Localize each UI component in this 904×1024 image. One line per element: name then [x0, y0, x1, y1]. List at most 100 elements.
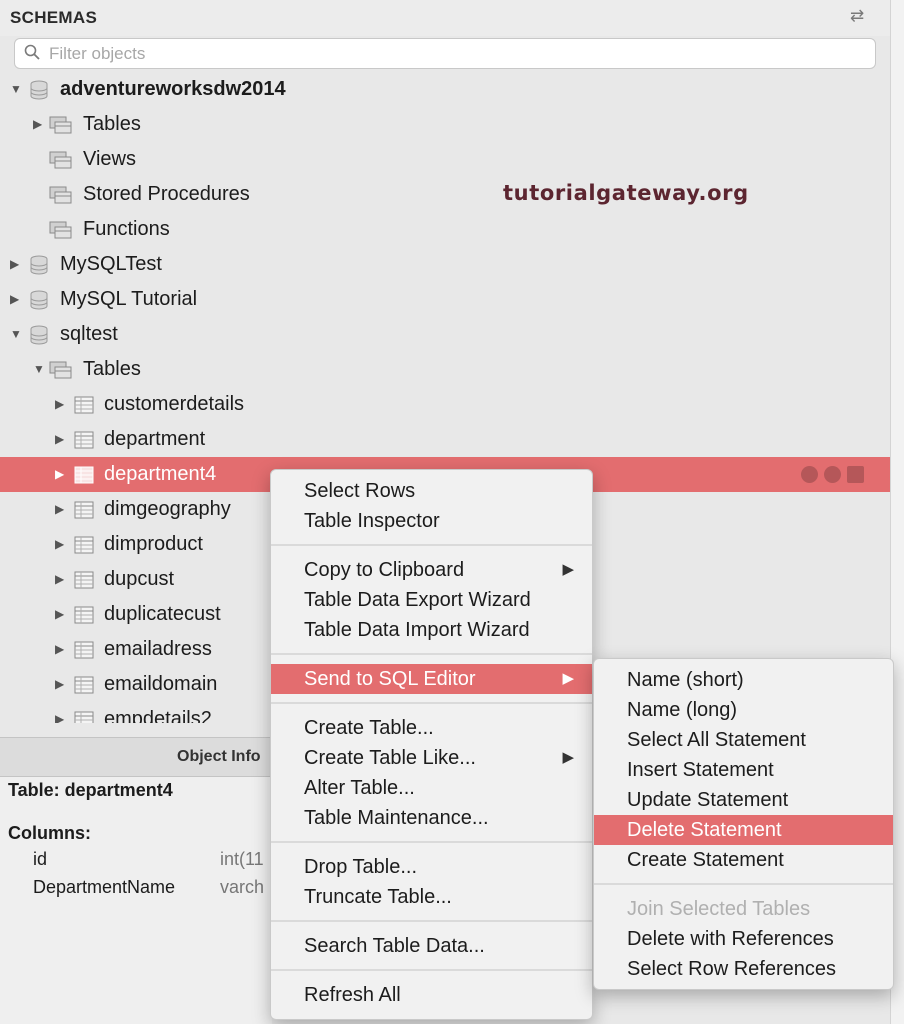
folder-label: Tables	[83, 358, 141, 380]
collapsed-arrow-icon[interactable]: ▶	[33, 107, 47, 142]
collapsed-arrow-icon[interactable]: ▶	[55, 632, 69, 667]
submenu-update-statement[interactable]: Update Statement	[594, 785, 893, 815]
collapsed-arrow-icon[interactable]: ▶	[55, 422, 69, 457]
table-icon	[74, 536, 94, 554]
schema-adventureworksdw2014[interactable]: ▼ adventureworksdw2014	[0, 72, 890, 107]
table-icon	[74, 641, 94, 659]
schema-name: MySQLTest	[60, 253, 162, 275]
collapsed-arrow-icon[interactable]: ▶	[10, 282, 24, 317]
submenu-create-statement[interactable]: Create Statement	[594, 845, 893, 875]
folder-icon	[49, 186, 72, 204]
watermark: tutorialgateway.org	[503, 181, 749, 205]
folder-label: Views	[83, 148, 136, 170]
table-name: emailadress	[104, 638, 212, 660]
folder-label: Tables	[83, 113, 141, 135]
schema-sqltest[interactable]: ▼ sqltest	[0, 317, 890, 352]
table-name: dimgeography	[104, 498, 231, 520]
table-name: duplicatecust	[104, 603, 221, 625]
menu-search-table-data[interactable]: Search Table Data...	[271, 931, 592, 961]
submenu-select-all-statement[interactable]: Select All Statement	[594, 725, 893, 755]
folder-tables[interactable]: ▶ Tables	[0, 107, 890, 142]
send-to-sql-editor-submenu: Name (short) Name (long) Select All Stat…	[593, 658, 894, 990]
expanded-arrow-icon[interactable]: ▼	[33, 352, 47, 387]
menu-export-wizard[interactable]: Table Data Export Wizard	[271, 585, 592, 615]
column-type: int(11	[220, 849, 264, 869]
menu-separator	[271, 920, 592, 922]
schema-mysql-tutorial[interactable]: ▶ MySQL Tutorial	[0, 282, 890, 317]
menu-refresh-all[interactable]: Refresh All	[271, 980, 592, 1010]
column-name: id	[33, 849, 48, 869]
table-icon	[74, 501, 94, 519]
folder-tables[interactable]: ▼ Tables	[0, 352, 890, 387]
menu-separator	[594, 883, 893, 885]
collapsed-arrow-icon[interactable]: ▶	[55, 492, 69, 527]
schema-mysqltest[interactable]: ▶ MySQLTest	[0, 247, 890, 282]
submenu-arrow-icon: ▶	[562, 749, 574, 766]
collapsed-arrow-icon[interactable]: ▶	[55, 597, 69, 632]
menu-send-to-sql-editor[interactable]: Send to SQL Editor ▶	[271, 664, 592, 694]
menu-table-maintenance[interactable]: Table Maintenance...	[271, 803, 592, 833]
schemas-title: SCHEMAS	[10, 8, 98, 27]
schemas-header: SCHEMAS ⇄	[0, 0, 890, 36]
folder-functions[interactable]: Functions	[0, 212, 890, 247]
table-row[interactable]: ▶ department	[0, 422, 890, 457]
menu-select-rows[interactable]: Select Rows	[271, 476, 592, 506]
filter-objects-input[interactable]	[49, 43, 849, 65]
menu-truncate-table[interactable]: Truncate Table...	[271, 882, 592, 912]
info-icon[interactable]	[801, 466, 818, 483]
refresh-icon[interactable]: ⇄	[850, 6, 864, 26]
submenu-join-selected-tables: Join Selected Tables	[627, 898, 811, 920]
wrench-icon[interactable]	[824, 466, 841, 483]
folder-label: Functions	[83, 218, 170, 240]
menu-create-table[interactable]: Create Table...	[271, 713, 592, 743]
column-type: varch	[220, 877, 265, 897]
object-info-tab[interactable]: Object Info	[177, 748, 261, 766]
collapsed-arrow-icon[interactable]: ▶	[55, 702, 69, 723]
folder-views[interactable]: Views	[0, 142, 890, 177]
table-name: department	[104, 428, 206, 450]
submenu-name-short[interactable]: Name (short)	[594, 665, 893, 695]
folder-stored-procedures[interactable]: Stored Procedures	[0, 177, 890, 212]
table-icon	[74, 606, 94, 624]
table-icon	[74, 571, 94, 589]
collapsed-arrow-icon[interactable]: ▶	[55, 527, 69, 562]
object-info-tab-bar: Object Info	[0, 737, 272, 777]
object-info-panel: Table: department4 Columns: id int(11 De…	[0, 777, 272, 1024]
folder-label: Stored Procedures	[83, 183, 250, 205]
menu-separator	[271, 544, 592, 546]
table-data-icon[interactable]	[847, 466, 864, 483]
table-icon	[74, 466, 94, 484]
menu-create-table-like[interactable]: Create Table Like... ▶	[271, 743, 592, 773]
menu-alter-table[interactable]: Alter Table...	[271, 773, 592, 803]
collapsed-arrow-icon[interactable]: ▶	[55, 667, 69, 702]
table-icon	[74, 711, 94, 723]
table-name: department4	[104, 463, 217, 485]
expanded-arrow-icon[interactable]: ▼	[10, 317, 24, 352]
folder-icon	[49, 116, 72, 134]
table-name: dimproduct	[104, 533, 203, 555]
table-name: dupcust	[104, 568, 175, 590]
menu-separator	[271, 653, 592, 655]
filter-box[interactable]	[14, 38, 876, 69]
collapsed-arrow-icon[interactable]: ▶	[10, 247, 24, 282]
submenu-name-long[interactable]: Name (long)	[594, 695, 893, 725]
info-table-name: Table: department4	[8, 780, 173, 800]
menu-copy-to-clipboard[interactable]: Copy to Clipboard ▶	[271, 555, 592, 585]
expanded-arrow-icon[interactable]: ▼	[10, 72, 24, 107]
table-row[interactable]: ▶ customerdetails	[0, 387, 890, 422]
schema-name: sqltest	[60, 323, 118, 345]
submenu-insert-statement[interactable]: Insert Statement	[594, 755, 893, 785]
folder-icon	[49, 361, 72, 379]
submenu-delete-statement[interactable]: Delete Statement	[594, 815, 893, 845]
menu-drop-table[interactable]: Drop Table...	[271, 852, 592, 882]
submenu-delete-with-references[interactable]: Delete with References	[594, 924, 893, 954]
collapsed-arrow-icon[interactable]: ▶	[55, 457, 69, 492]
menu-table-inspector[interactable]: Table Inspector	[271, 506, 592, 536]
submenu-select-row-references[interactable]: Select Row References	[594, 954, 893, 984]
database-icon	[30, 325, 48, 345]
collapsed-arrow-icon[interactable]: ▶	[55, 387, 69, 422]
folder-icon	[49, 151, 72, 169]
collapsed-arrow-icon[interactable]: ▶	[55, 562, 69, 597]
database-icon	[30, 290, 48, 310]
menu-import-wizard[interactable]: Table Data Import Wizard	[271, 615, 592, 645]
